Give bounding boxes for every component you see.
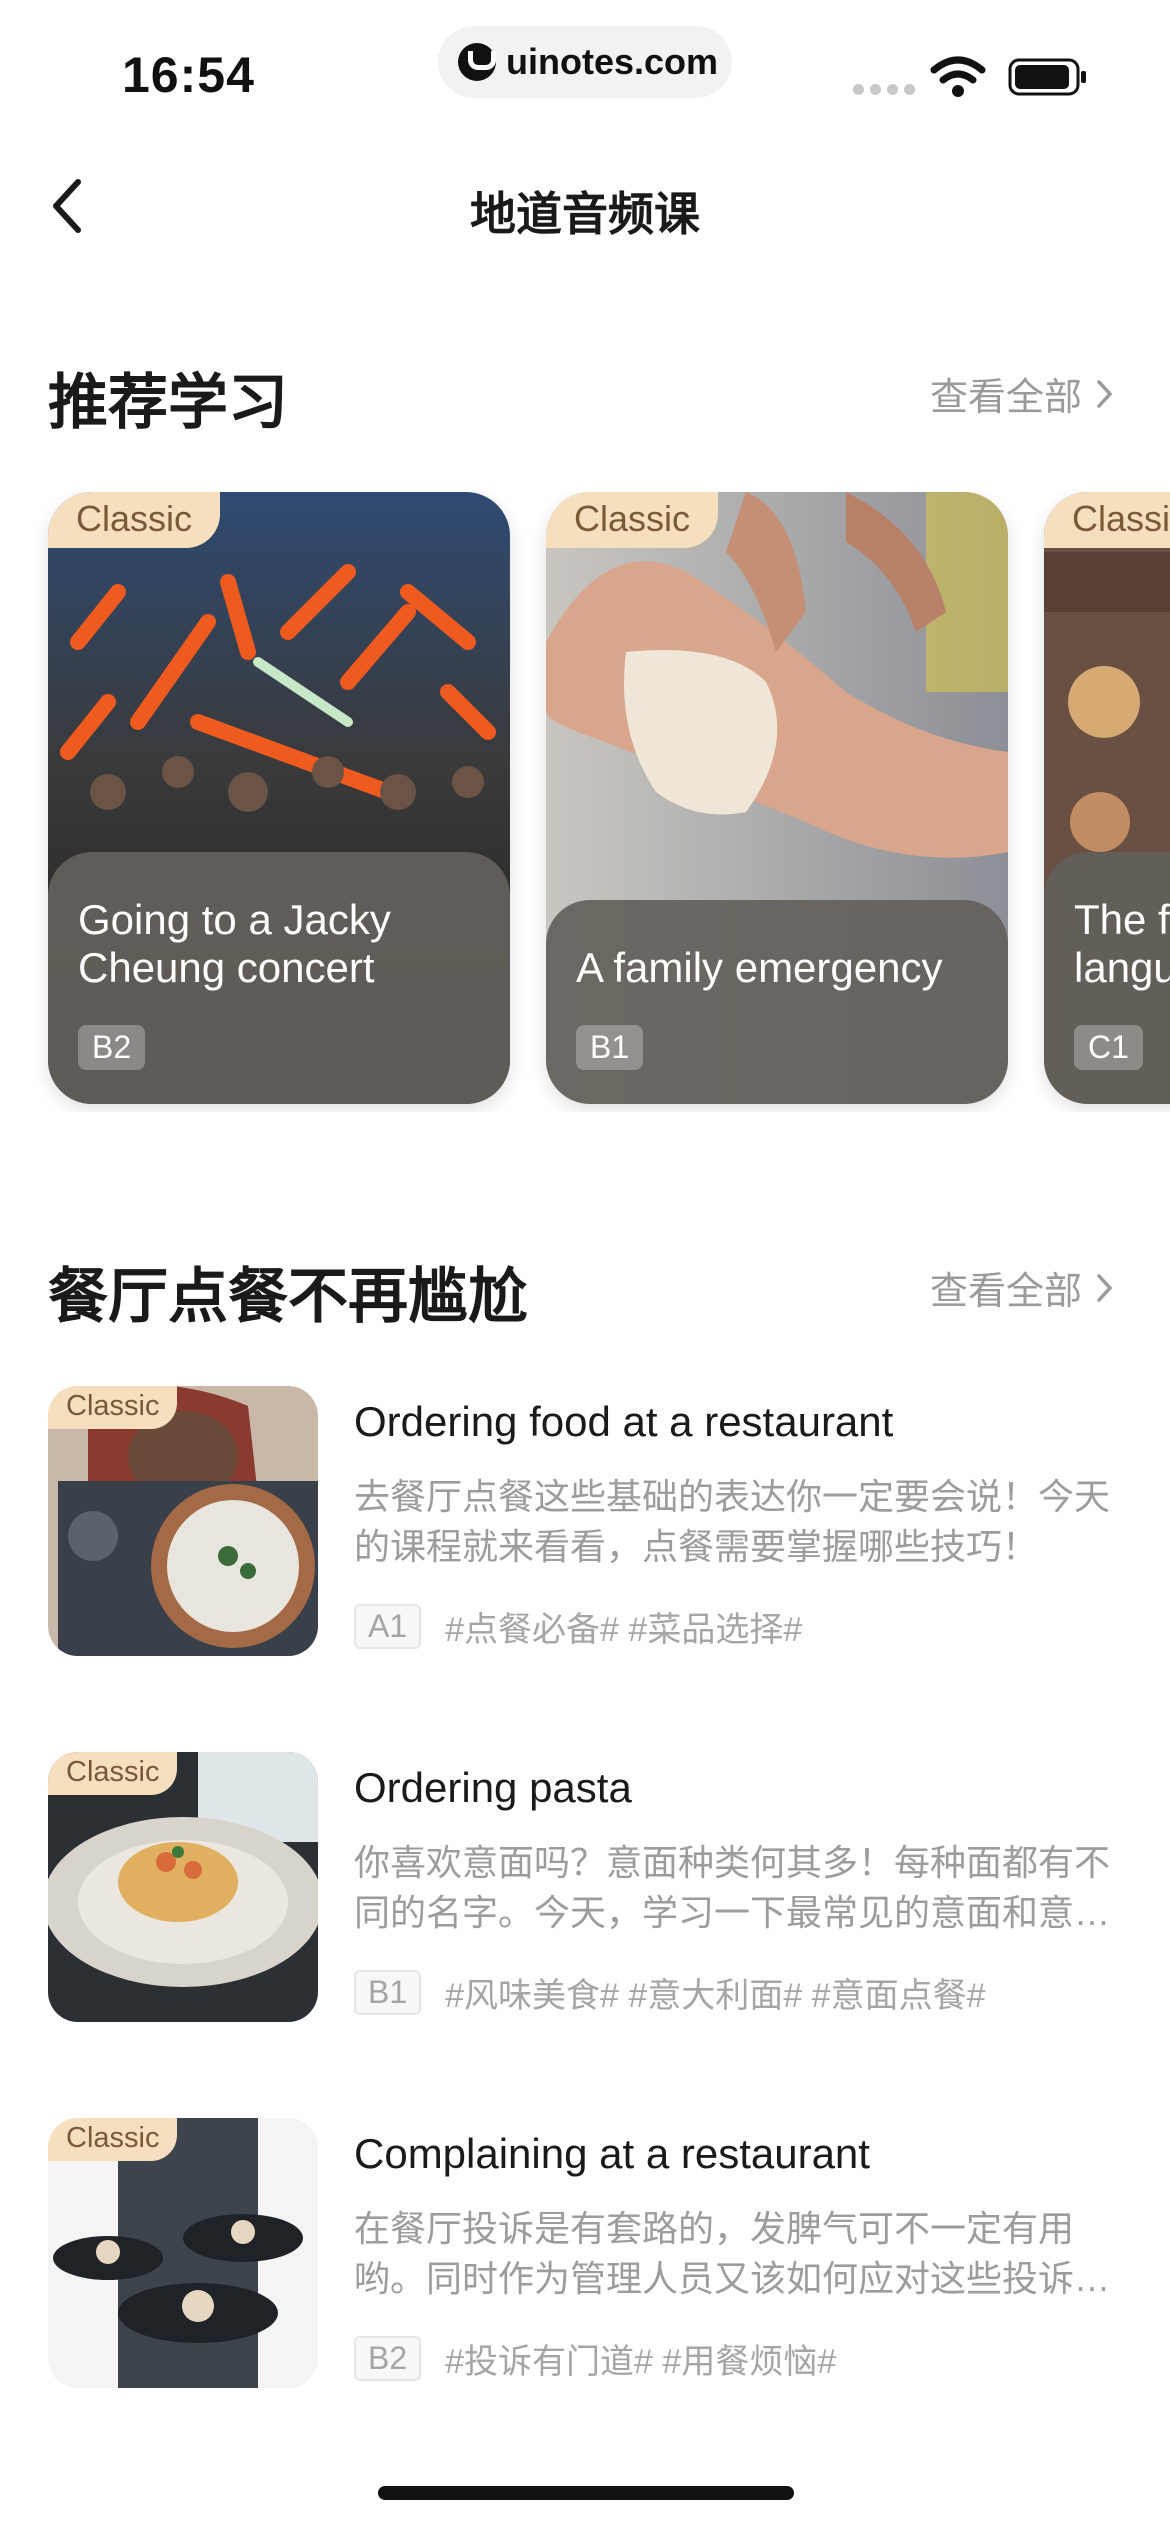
list-item[interactable]: Classic Complaining at a restaurant 在餐厅投… xyxy=(48,2118,1122,2388)
item-tags: #点餐必备# #菜品选择# xyxy=(445,1602,802,1651)
item-description: 去餐厅点餐这些基础的表达你一定要会说！今天 的课程就来看看，点餐需要掌握哪些技巧… xyxy=(354,1472,1110,1572)
card-caption: Going to a Jacky Cheung concert B2 xyxy=(48,852,510,1104)
classic-tag: Classic xyxy=(48,1752,177,1795)
level-badge: B2 xyxy=(354,2336,421,2381)
thumbnail: Classic xyxy=(48,1752,318,2022)
level-badge: B1 xyxy=(354,1970,421,2015)
wifi-icon xyxy=(930,56,986,98)
chevron-right-icon xyxy=(1096,1273,1114,1303)
list-item[interactable]: Classic Ordering food at a restaurant 去餐… xyxy=(48,1386,1122,1656)
status-time: 16:54 xyxy=(122,46,255,104)
home-indicator[interactable] xyxy=(378,2486,794,2500)
chevron-right-icon xyxy=(1096,379,1114,409)
see-all-recommended-button[interactable]: 查看全部 xyxy=(930,366,1114,421)
cellular-signal-icon xyxy=(853,84,915,95)
level-badge: B1 xyxy=(576,1025,643,1070)
item-title: Ordering food at a restaurant xyxy=(354,1398,893,1446)
thumbnail: Classic xyxy=(48,2118,318,2388)
item-meta: B1 #风味美食# #意大利面# #意面点餐# xyxy=(354,1968,986,2017)
classic-tag: Classic xyxy=(48,2118,177,2161)
see-all-label: 查看全部 xyxy=(930,1260,1082,1315)
level-badge: C1 xyxy=(1074,1025,1143,1070)
page-title: 地道音频课 xyxy=(0,178,1170,244)
classic-tag: Classic xyxy=(1044,492,1170,548)
item-tags: #投诉有门道# #用餐烦恼# xyxy=(445,2334,836,2383)
see-all-label: 查看全部 xyxy=(930,366,1082,421)
card-caption: The f langu C1 xyxy=(1044,852,1170,1104)
recommended-card[interactable]: Classic Going to a Jacky Cheung concert … xyxy=(48,492,510,1104)
recommended-card[interactable]: Classic A family emergency B1 xyxy=(546,492,1008,1104)
item-description: 你喜欢意面吗？意面种类何其多！每种面都有不 同的名字。今天，学习一下最常见的意面… xyxy=(354,1838,1110,1938)
level-badge: B2 xyxy=(78,1025,145,1070)
card-title: The f langu xyxy=(1074,896,1170,992)
list-item[interactable]: Classic Ordering pasta 你喜欢意面吗？意面种类何其多！每种… xyxy=(48,1752,1122,2022)
section-title-recommended: 推荐学习 xyxy=(48,354,288,441)
item-tags: #风味美食# #意大利面# #意面点餐# xyxy=(445,1968,985,2017)
item-title: Ordering pasta xyxy=(354,1764,632,1812)
recommended-carousel[interactable]: Classic Going to a Jacky Cheung concert … xyxy=(0,492,1170,1112)
classic-tag: Classic xyxy=(48,492,220,548)
item-title: Complaining at a restaurant xyxy=(354,2130,870,2178)
item-description: 在餐厅投诉是有套路的，发脾气可不一定有用 哟。同时作为管理人员又该如何应对这些投… xyxy=(354,2204,1110,2304)
site-logo-icon xyxy=(458,43,496,81)
url-pill[interactable]: uinotes.com xyxy=(438,26,732,98)
classic-tag: Classic xyxy=(48,1386,177,1429)
item-meta: B2 #投诉有门道# #用餐烦恼# xyxy=(354,2334,836,2383)
thumbnail: Classic xyxy=(48,1386,318,1656)
url-text: uinotes.com xyxy=(506,41,718,83)
level-badge: A1 xyxy=(354,1604,421,1649)
classic-tag: Classic xyxy=(546,492,718,548)
card-caption: A family emergency B1 xyxy=(546,900,1008,1104)
card-title: Going to a Jacky Cheung concert xyxy=(78,896,490,992)
item-meta: A1 #点餐必备# #菜品选择# xyxy=(354,1602,802,1651)
status-bar: 16:54 uinotes.com xyxy=(0,0,1170,140)
section-title-restaurant: 餐厅点餐不再尴尬 xyxy=(48,1248,528,1335)
card-title: A family emergency xyxy=(576,944,988,992)
battery-icon xyxy=(1008,58,1088,96)
recommended-card[interactable]: Classic The f langu C1 xyxy=(1044,492,1170,1104)
see-all-restaurant-button[interactable]: 查看全部 xyxy=(930,1260,1114,1315)
